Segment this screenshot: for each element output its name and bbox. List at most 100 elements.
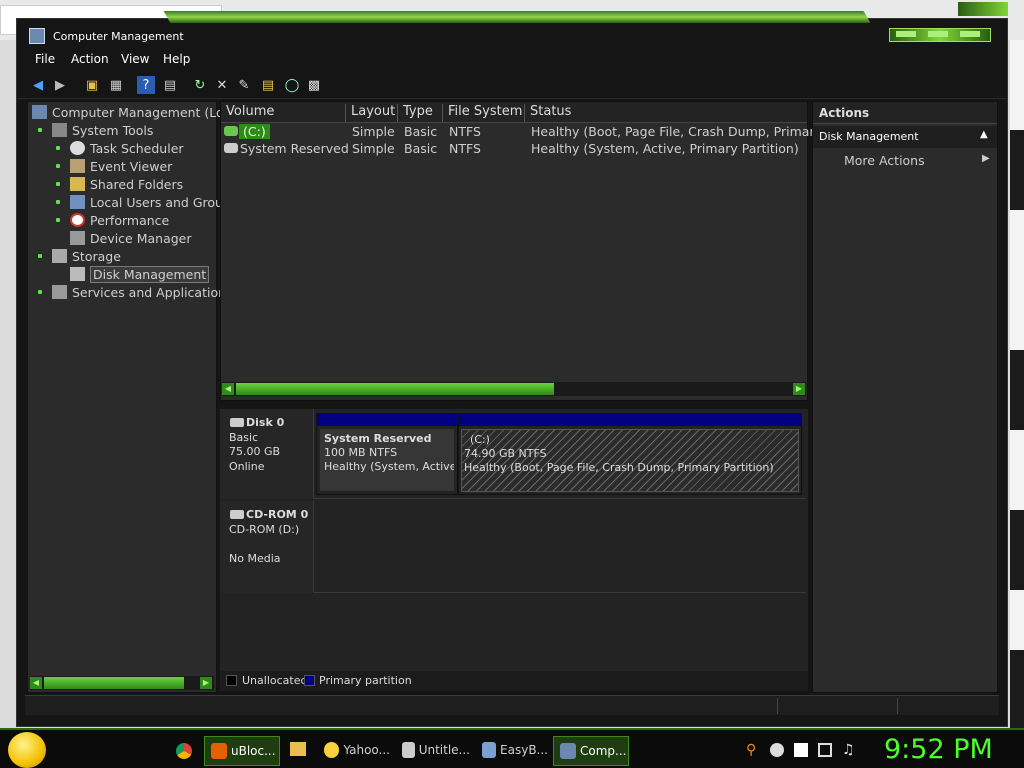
- tree-item-disk-management[interactable]: Disk Management: [70, 266, 210, 285]
- shared-folder-icon: [70, 177, 85, 191]
- actions-header: Actions: [813, 102, 997, 124]
- open-folder-icon[interactable]: ▤: [259, 76, 277, 94]
- chevron-right-icon: ▶: [982, 153, 990, 164]
- task-untitled[interactable]: Untitle...: [396, 736, 470, 764]
- list-horizontal-scrollbar[interactable]: ◀ ▶: [222, 382, 806, 396]
- menu-action[interactable]: Action: [71, 52, 109, 66]
- chrome-icon[interactable]: [176, 743, 192, 759]
- tree-item-storage[interactable]: Storage: [52, 249, 121, 267]
- disk-name: CD-ROM 0: [246, 508, 309, 521]
- task-computer-management[interactable]: Comp...: [553, 736, 629, 766]
- menu-file[interactable]: File: [35, 52, 55, 66]
- more-actions-item[interactable]: More Actions ▶: [813, 150, 997, 172]
- scroll-left-arrow[interactable]: ◀: [222, 383, 234, 395]
- back-icon[interactable]: ◀: [29, 76, 47, 94]
- tree-item-label: Storage: [72, 249, 121, 264]
- tree-item-device-manager[interactable]: Device Manager: [70, 231, 192, 249]
- partition-c[interactable]: (C:) 74.90 GB NTFS Healthy (Boot, Page F…: [458, 413, 802, 495]
- column-layout[interactable]: Layout: [346, 104, 398, 122]
- tree-horizontal-scrollbar[interactable]: ◀ ▶: [30, 676, 214, 690]
- tree-item-label: System Tools: [72, 123, 154, 138]
- expand-dot[interactable]: [56, 164, 60, 168]
- column-status[interactable]: Status: [525, 104, 807, 122]
- legend-unallocated: Unallocated: [242, 674, 308, 687]
- tree-item-event-viewer[interactable]: Event Viewer: [70, 159, 172, 177]
- properties-icon[interactable]: ▤: [161, 76, 179, 94]
- window-controls: [889, 28, 991, 42]
- scroll-left-arrow[interactable]: ◀: [30, 677, 42, 689]
- tree-item-performance[interactable]: Performance: [70, 213, 169, 231]
- event-viewer-icon: [70, 159, 85, 173]
- maximize-button[interactable]: [928, 31, 948, 37]
- title-bar[interactable]: Computer Management: [17, 11, 1007, 49]
- storage-icon: [52, 249, 67, 263]
- status-icon[interactable]: [770, 743, 784, 757]
- close-button[interactable]: [960, 31, 980, 37]
- scroll-thumb[interactable]: [44, 677, 184, 689]
- up-folder-icon[interactable]: ▣: [83, 76, 101, 94]
- expand-dot[interactable]: [38, 254, 42, 258]
- taskbar-clock[interactable]: 9:52 PM: [884, 734, 993, 765]
- task-easybcd[interactable]: EasyB...: [476, 736, 548, 764]
- search-disk-icon[interactable]: ◯: [283, 76, 301, 94]
- disk-row[interactable]: CD-ROM 0 CD-ROM (D:) No Media: [220, 501, 806, 593]
- tree-item-services[interactable]: Services and Application: [52, 285, 226, 303]
- tree-item-system-tools[interactable]: System Tools: [52, 123, 153, 141]
- task-ublock[interactable]: uBloc...: [204, 736, 280, 766]
- expand-dot[interactable]: [38, 128, 42, 132]
- table-row[interactable]: (C:) Simple Basic NTFS Healthy (Boot, Pa…: [221, 124, 822, 141]
- menu-view[interactable]: View: [121, 52, 149, 66]
- disk-info[interactable]: CD-ROM 0 CD-ROM (D:) No Media: [220, 501, 314, 593]
- refresh-icon[interactable]: ↻: [191, 76, 209, 94]
- search-icon[interactable]: ⚲: [746, 743, 760, 757]
- volume-icon[interactable]: ♫: [842, 743, 856, 757]
- partition-system-reserved[interactable]: System Reserved 100 MB NTFS Healthy (Sys…: [316, 413, 458, 495]
- disk-row[interactable]: Disk 0 Basic 75.00 GB Online System Rese…: [220, 409, 806, 499]
- forward-icon[interactable]: ▶: [51, 76, 69, 94]
- column-file-system[interactable]: File System: [443, 104, 525, 122]
- performance-icon: [70, 213, 85, 227]
- collapse-icon[interactable]: ▲: [980, 129, 988, 140]
- settings-icon[interactable]: ▩: [305, 76, 323, 94]
- tree-root[interactable]: Computer Management (Loc: [32, 105, 231, 123]
- show-hide-tree-icon[interactable]: ▦: [107, 76, 125, 94]
- start-button-smiley-icon[interactable]: [8, 732, 46, 768]
- expand-dot[interactable]: [56, 200, 60, 204]
- window-title: Computer Management: [53, 30, 184, 43]
- primary-partition-header: [317, 414, 457, 426]
- expand-dot[interactable]: [38, 290, 42, 294]
- expand-dot[interactable]: [56, 182, 60, 186]
- wizard-icon[interactable]: ✎: [235, 76, 253, 94]
- partition-status: Healthy (System, Active, P: [324, 460, 454, 473]
- help-icon[interactable]: ?: [137, 76, 155, 94]
- minimize-button[interactable]: [896, 31, 916, 37]
- menu-help[interactable]: Help: [163, 52, 190, 66]
- tree-item-label: Task Scheduler: [90, 141, 184, 156]
- column-type[interactable]: Type: [398, 104, 443, 122]
- tree-item-local-users[interactable]: Local Users and Grou: [70, 195, 223, 213]
- delete-icon[interactable]: ✕: [213, 76, 231, 94]
- primary-partition-swatch: [304, 675, 315, 686]
- column-header-row: Volume Layout Type File System Status: [221, 102, 807, 123]
- tree-item-label: Event Viewer: [90, 159, 173, 174]
- tree-item-task-scheduler[interactable]: Task Scheduler: [70, 141, 184, 159]
- task-yahoo[interactable]: Yahoo...: [318, 736, 390, 764]
- scroll-thumb[interactable]: [236, 383, 554, 395]
- partition-name: System Reserved: [324, 432, 432, 445]
- expand-dot[interactable]: [56, 218, 60, 222]
- network-icon[interactable]: [818, 743, 832, 757]
- yahoo-messenger-icon: [324, 742, 340, 758]
- status-bar: [25, 695, 999, 715]
- file-explorer-icon[interactable]: [290, 742, 306, 756]
- actions-section-disk-management[interactable]: Disk Management ▲: [813, 126, 997, 148]
- scroll-right-arrow[interactable]: ▶: [793, 383, 805, 395]
- task-label: uBloc...: [231, 744, 276, 758]
- column-volume[interactable]: Volume: [221, 104, 346, 122]
- tree-item-shared-folders[interactable]: Shared Folders: [70, 177, 183, 195]
- disk-info[interactable]: Disk 0 Basic 75.00 GB Online: [220, 409, 314, 499]
- action-center-flag-icon[interactable]: [794, 743, 808, 757]
- scroll-right-arrow[interactable]: ▶: [200, 677, 212, 689]
- partition-size: 100 MB NTFS: [324, 446, 398, 459]
- table-row[interactable]: System Reserved Simple Basic NTFS Health…: [221, 141, 807, 158]
- expand-dot[interactable]: [56, 146, 60, 150]
